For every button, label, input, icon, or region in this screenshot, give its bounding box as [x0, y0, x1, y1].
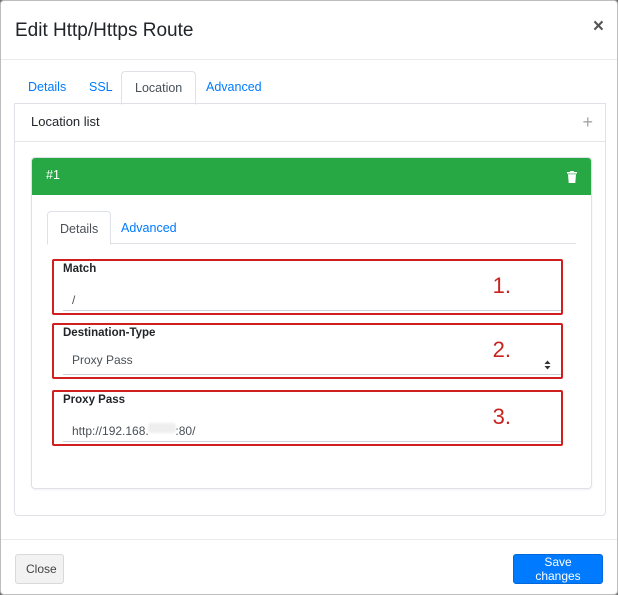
save-changes-button[interactable]: Save changes: [513, 554, 603, 584]
location-tab-details[interactable]: Details: [47, 211, 112, 245]
select-caret-icon: [544, 357, 551, 370]
close-icon[interactable]: ×: [593, 17, 604, 36]
location-tab-advanced[interactable]: Advanced: [109, 211, 189, 244]
location-card-header: #1: [32, 158, 591, 195]
location-tabs: Details Advanced: [47, 211, 576, 245]
destination-type-label: Destination-Type: [63, 327, 156, 339]
tab-advanced[interactable]: Advanced: [193, 71, 275, 104]
destination-type-select[interactable]: Proxy Pass: [63, 347, 561, 375]
tab-location[interactable]: Location: [121, 71, 197, 105]
proxy-pass-input[interactable]: [63, 414, 561, 442]
edit-route-modal: Edit Http/Https Route × Details SSL Loca…: [0, 0, 618, 595]
route-tabs: Details SSL Location Advanced: [15, 71, 606, 105]
location-panel: Location list + #1 Details Advanced Matc…: [14, 103, 606, 516]
destination-type-field-group: Destination-Type Proxy Pass 2.: [52, 323, 563, 379]
location-list-header: Location list +: [15, 104, 605, 142]
tab-ssl[interactable]: SSL: [76, 71, 126, 104]
match-label: Match: [63, 263, 97, 275]
annotation-3: 3.: [492, 404, 511, 429]
redacted-ip-blur: [148, 423, 176, 433]
modal-header: Edit Http/Https Route ×: [1, 1, 617, 60]
annotation-2: 2.: [492, 337, 511, 362]
location-list-title: Location list: [31, 114, 100, 129]
trash-icon[interactable]: [567, 170, 577, 188]
modal-footer: Close Save changes: [1, 539, 617, 594]
annotation-1: 1.: [492, 273, 511, 298]
proxy-pass-label: Proxy Pass: [63, 394, 126, 406]
match-input[interactable]: [63, 283, 561, 311]
modal-title: Edit Http/Https Route: [15, 20, 194, 41]
location-card: #1 Details Advanced Match 1.: [31, 157, 592, 489]
match-field-group: Match 1.: [52, 259, 563, 315]
location-number: #1: [46, 168, 60, 182]
proxy-pass-field-group: Proxy Pass 3.: [52, 390, 563, 446]
tab-details[interactable]: Details: [15, 71, 79, 104]
plus-icon[interactable]: +: [582, 112, 593, 133]
close-button[interactable]: Close: [15, 554, 64, 584]
